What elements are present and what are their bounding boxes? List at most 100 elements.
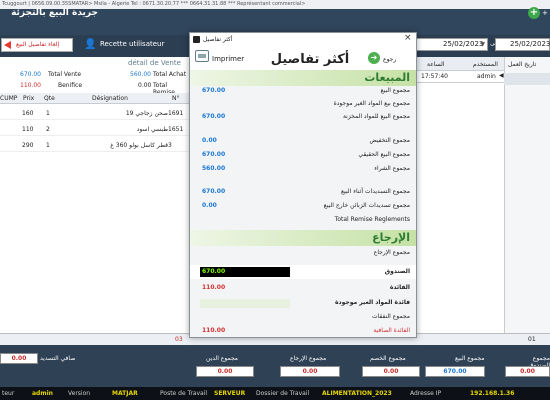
sales-missing-label: مجموع بيع المواد الغير موجودة xyxy=(333,100,410,107)
net-payment-label: صافي التسديد xyxy=(40,355,76,362)
total-returns-value: 0.00 xyxy=(280,366,340,377)
sales-section-header: المبيعات xyxy=(190,70,416,86)
add-button-label[interactable]: + xyxy=(542,9,548,17)
close-icon[interactable]: × xyxy=(404,33,412,45)
profit-value: 110.00 xyxy=(20,82,41,89)
returns-section-title: الإرجاع xyxy=(372,231,410,244)
payments-during-sale-label: مجموع التسديدات أثناء البيع xyxy=(340,188,410,195)
column-work-date-label: تاريخ العمل xyxy=(508,61,537,68)
cancel-sale-details-button[interactable]: إلغاء تفاصيل البيع xyxy=(1,38,73,52)
discount-total-label: مجموع التخفيض xyxy=(369,137,410,144)
date-to-select[interactable]: 25/02/2023 xyxy=(495,38,550,51)
profit-row: 110.00 الفائدة xyxy=(190,283,416,294)
total-debt-value: 0.00 xyxy=(196,366,254,377)
table-row[interactable]: 110 2 طبسي اسود 1651 xyxy=(0,122,190,136)
sales-stocked-value: 670.00 xyxy=(202,113,226,120)
cell-designation: صحن زجاجي 19 xyxy=(125,110,168,117)
dialog-titlebar: أكثر تفاصيل × xyxy=(190,33,416,46)
column-work-date[interactable]: تاريخ العمل xyxy=(504,59,550,73)
discount-total-value: 0.00 xyxy=(202,137,217,144)
total-sale-value: 670.00 xyxy=(20,71,41,78)
status-version-label: Version xyxy=(68,390,91,397)
page-title: جريدة البيع بالتجزئة xyxy=(11,8,98,18)
sales-row: 560.00 مجموع الشراء xyxy=(190,164,416,175)
totals-row: 110.00 Benifice 0.00 Total Remise xyxy=(0,81,190,96)
cell-designation: قطر كاسل بولو 360 غ xyxy=(110,142,168,149)
date-from-value: 25/02/2023 xyxy=(443,40,484,48)
sales-section-title: المبيعات xyxy=(364,71,410,84)
column-number[interactable]: N° xyxy=(172,95,180,102)
expenses-row: مجموع النفقات xyxy=(190,312,416,323)
more-details-dialog: أكثر تفاصيل × Imprimer أكثر تفاصيل ➜ رجو… xyxy=(189,32,417,338)
caisse-label: الصندوق xyxy=(384,268,410,275)
real-sales-label: مجموع البيع الحقيقي xyxy=(358,151,410,158)
column-qte[interactable]: Qte xyxy=(44,95,55,102)
cell-designation: طبسي اسود xyxy=(136,126,168,133)
net-profit-label: الفائدة الصافية xyxy=(373,327,410,334)
column-prix[interactable]: Prix xyxy=(23,95,34,102)
back-arrow-icon[interactable]: ➜ xyxy=(368,52,380,64)
real-sales-value: 670.00 xyxy=(202,151,226,158)
sales-total-value: 670.00 xyxy=(202,87,226,94)
back-button[interactable]: رجوع xyxy=(383,56,396,63)
total-discount-value: 0.00 xyxy=(138,82,152,89)
total-sale-label: Total Vente xyxy=(48,71,82,78)
status-dossier-value: ALIMENTATION_2023 xyxy=(322,390,392,397)
expenses-label: مجموع النفقات xyxy=(372,313,410,320)
cell-number: 3 xyxy=(168,142,172,149)
total-returns-label: مجموع الإرجاع xyxy=(290,355,327,362)
profit-missing-box xyxy=(200,299,290,308)
status-user-value: admin xyxy=(32,390,53,397)
caisse-row: 670.00 الصندوق xyxy=(190,265,416,279)
cell-time: 17:57:40 xyxy=(421,73,448,80)
total-cash-value: 0.00 xyxy=(505,366,550,377)
user-icon: 👤 xyxy=(84,39,97,50)
work-date-column xyxy=(504,57,550,345)
status-version-value: MATJAR xyxy=(112,390,138,397)
column-designation[interactable]: Désignation xyxy=(92,95,128,102)
cell-qte: 1 xyxy=(46,142,50,149)
sales-row: مجموع بيع المواد الغير موجودة xyxy=(190,99,416,110)
totals-row: 670.00 Total Vente 560.00 Total Achat xyxy=(0,70,190,80)
table-row[interactable] xyxy=(504,73,550,85)
column-user[interactable]: المستخدم xyxy=(473,61,498,68)
payments-during-sale-value: 670.00 xyxy=(202,188,226,195)
profit-label: الفائدة xyxy=(389,284,410,291)
dialog-heading: أكثر تفاصيل xyxy=(270,52,350,67)
print-button[interactable]: Imprimer xyxy=(212,55,244,63)
sales-row: 670.00 مجموع التسديدات أثناء البيع xyxy=(190,187,416,198)
sales-total-label: مجموع البيع xyxy=(380,87,410,94)
printer-icon[interactable] xyxy=(195,50,209,62)
total-debt-label: مجموع الدين xyxy=(206,355,239,362)
caisse-value: 670.00 xyxy=(202,268,226,275)
total-sales-label: مجموع البيع xyxy=(455,355,485,362)
table-row[interactable]: 290 1 قطر كاسل بولو 360 غ 3 xyxy=(0,138,190,152)
chevron-down-icon: ▼ xyxy=(480,41,485,48)
profit-missing-label: فائدة المواد الغير موجودة xyxy=(335,299,410,306)
column-time[interactable]: الساعة xyxy=(427,61,444,68)
sales-row: 670.00 مجموع البيع xyxy=(190,86,416,97)
cell-user: admin xyxy=(477,73,496,80)
status-poste-value: SERVEUR xyxy=(214,390,246,397)
sales-row: 0.00 مجموع تسديدات الزبائن خارج البيع xyxy=(190,201,416,212)
profit-value: 110.00 xyxy=(202,284,226,291)
window-title: Tcuggourt | 0656.09.00.35SMATAR> Msila -… xyxy=(2,1,306,7)
row-count-right: 01 xyxy=(528,336,536,343)
total-purchase-value: 560.00 xyxy=(130,71,151,78)
customer-payments-value: 0.00 xyxy=(202,202,217,209)
recette-user-label: Recette utilisateur xyxy=(100,40,165,48)
app-icon xyxy=(193,36,200,43)
cell-qte: 1 xyxy=(46,110,50,117)
column-cump[interactable]: CUMP xyxy=(0,95,17,102)
recette-user-button[interactable]: 👤 Recette utilisateur xyxy=(84,39,165,50)
returns-row: مجموع الإرجاع xyxy=(190,248,416,259)
cell-number: 1691 xyxy=(168,110,184,117)
net-payment-value: 0.00 xyxy=(0,353,38,364)
dialog-window-title: أكثر تفاصيل xyxy=(203,36,233,43)
net-profit-row: 110.00 الفائدة الصافية xyxy=(190,326,416,337)
total-purchase-label: Total Achat xyxy=(153,71,187,78)
table-row[interactable]: 160 1 صحن زجاجي 19 1691 xyxy=(0,106,190,120)
status-ip-value: 192.168.1.36 xyxy=(470,390,515,397)
status-user-label: teur xyxy=(2,390,15,397)
add-icon[interactable]: + xyxy=(528,7,540,19)
